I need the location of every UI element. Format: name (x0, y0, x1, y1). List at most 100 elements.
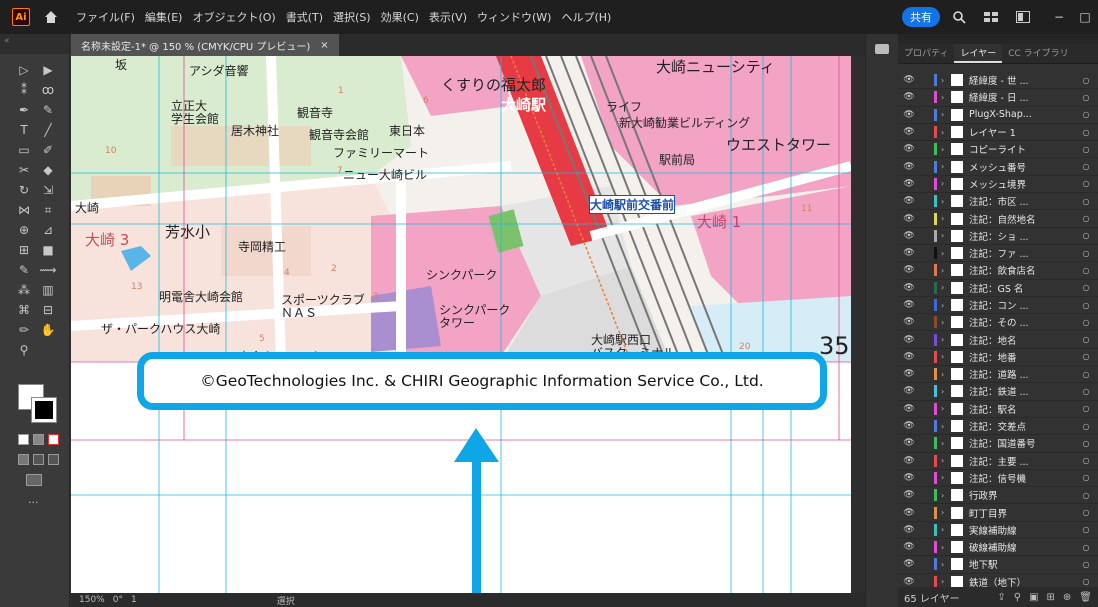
layer-name[interactable]: 注記：交差点 (969, 419, 1080, 433)
layer-row[interactable]: 👁 › 注記：その ... ○ (898, 314, 1098, 332)
line-tool-icon[interactable]: ╱ (38, 122, 58, 138)
expand-chevron-icon[interactable]: › (941, 93, 951, 102)
target-circle-icon[interactable]: ○ (1080, 76, 1092, 85)
expand-chevron-icon[interactable]: › (941, 110, 951, 119)
target-circle-icon[interactable]: ○ (1080, 404, 1092, 413)
shaper-tool-icon[interactable]: ✂ (14, 162, 34, 178)
layer-row[interactable]: 👁 › 注記：コン ... ○ (898, 297, 1098, 315)
blend-tool-icon[interactable]: ⟿ (38, 262, 58, 278)
color-mode-button[interactable] (18, 434, 29, 445)
document-tab[interactable]: 名称未設定-1* @ 150 % (CMYK/CPU プレビュー) × (71, 34, 339, 56)
layer-row[interactable]: 👁 › 注記：信号機 ○ (898, 470, 1098, 488)
visibility-eye-icon[interactable]: 👁 (898, 456, 920, 466)
expand-chevron-icon[interactable]: › (941, 491, 951, 500)
target-circle-icon[interactable]: ○ (1080, 110, 1092, 119)
vertical-scrollbar[interactable] (851, 56, 865, 593)
layer-row[interactable]: 👁 › メッシュ番号 ○ (898, 158, 1098, 176)
visibility-eye-icon[interactable]: 👁 (898, 214, 920, 224)
magic-wand-tool-icon[interactable]: ⁑ (14, 82, 34, 98)
panel-tab[interactable]: プロパティ (898, 44, 954, 63)
layer-row[interactable]: 👁 › 実線補助線 ○ (898, 522, 1098, 540)
pencil-tool-icon[interactable]: ✏ (14, 322, 34, 338)
target-circle-icon[interactable]: ○ (1080, 422, 1092, 431)
expand-chevron-icon[interactable]: › (941, 335, 951, 344)
expand-chevron-icon[interactable]: › (941, 404, 951, 413)
expand-chevron-icon[interactable]: › (941, 162, 951, 171)
direct-selection-tool-icon[interactable]: ▶ (38, 62, 58, 78)
expand-chevron-icon[interactable]: › (941, 352, 951, 361)
rectangle-tool-icon[interactable]: ▭ (14, 142, 34, 158)
tools-collapse-icon[interactable]: « (0, 34, 69, 54)
new-sublayer-icon[interactable]: ⊞ (1047, 592, 1055, 603)
zoom-tool-icon[interactable]: ⚲ (14, 342, 34, 358)
zoom-level[interactable]: 150% (79, 595, 105, 605)
visibility-eye-icon[interactable]: 👁 (898, 508, 920, 518)
artboard-number[interactable]: 1 (131, 595, 137, 605)
menu-item[interactable]: ウィンドウ(W) (477, 9, 551, 25)
expand-chevron-icon[interactable]: › (941, 214, 951, 223)
visibility-eye-icon[interactable]: 👁 (898, 179, 920, 189)
layer-name[interactable]: PlugX-Shap... (969, 109, 1080, 120)
layer-row[interactable]: 👁 › 注記：GS 名 ○ (898, 280, 1098, 297)
visibility-eye-icon[interactable]: 👁 (898, 404, 920, 414)
stroke-swatch[interactable] (31, 397, 57, 423)
layer-row[interactable]: 👁 › 注記：飲食店名 ○ (898, 262, 1098, 280)
draw-inside-button[interactable] (48, 454, 59, 465)
target-circle-icon[interactable]: ○ (1080, 266, 1092, 275)
layer-name[interactable]: 実線補助線 (969, 523, 1080, 537)
target-circle-icon[interactable]: ○ (1080, 352, 1092, 361)
layer-row[interactable]: 👁 › 注記：ファ ... ○ (898, 245, 1098, 263)
free-transform-tool-icon[interactable]: ⌗ (38, 202, 58, 218)
layer-row[interactable]: 👁 › 注記：地番 ○ (898, 349, 1098, 367)
selection-tool-icon[interactable]: ▷ (14, 62, 34, 78)
expand-chevron-icon[interactable]: › (941, 387, 951, 396)
layer-name[interactable]: レイヤー 1 (969, 125, 1080, 139)
expand-chevron-icon[interactable]: › (941, 370, 951, 379)
expand-chevron-icon[interactable]: › (941, 128, 951, 137)
rotation-value[interactable]: 0° (113, 595, 123, 605)
delete-layer-icon[interactable]: 🗑 (1079, 592, 1092, 603)
layer-name[interactable]: 注記：地名 (969, 333, 1080, 347)
expand-chevron-icon[interactable]: › (941, 560, 951, 569)
layer-row[interactable]: 👁 › 注記：道路 ... ○ (898, 366, 1098, 384)
layer-row[interactable]: 👁 › コピーライト ○ (898, 141, 1098, 159)
expand-chevron-icon[interactable]: › (941, 318, 951, 327)
layer-name[interactable]: 注記：飲食店名 (969, 263, 1080, 277)
layer-name[interactable]: 注記：市区 ... (969, 194, 1080, 208)
layer-name[interactable]: メッシュ番号 (969, 160, 1080, 174)
target-circle-icon[interactable]: ○ (1080, 577, 1092, 586)
layer-row[interactable]: 👁 › 注記：交差点 ○ (898, 418, 1098, 436)
target-circle-icon[interactable]: ○ (1080, 231, 1092, 240)
visibility-eye-icon[interactable]: 👁 (898, 386, 920, 396)
draw-behind-button[interactable] (33, 454, 44, 465)
layer-row[interactable]: 👁 › 町丁目界 ○ (898, 504, 1098, 522)
visibility-eye-icon[interactable]: 👁 (898, 92, 920, 102)
visibility-eye-icon[interactable]: 👁 (898, 110, 920, 120)
layer-row[interactable]: 👁 › 経緯度 - 世 ... ○ (898, 72, 1098, 90)
layer-name[interactable]: 破線補助線 (969, 540, 1080, 554)
hand-tool-icon[interactable]: ✋ (38, 322, 58, 338)
visibility-eye-icon[interactable]: 👁 (898, 369, 920, 379)
target-circle-icon[interactable]: ○ (1080, 249, 1092, 258)
screen-mode-icon[interactable] (26, 474, 42, 486)
symbol-sprayer-tool-icon[interactable]: ⁂ (14, 282, 34, 298)
layer-row[interactable]: 👁 › レイヤー 1 ○ (898, 124, 1098, 142)
target-circle-icon[interactable]: ○ (1080, 370, 1092, 379)
workspace-icon[interactable] (982, 8, 1000, 26)
search-icon[interactable] (950, 8, 968, 26)
layer-name[interactable]: 注記：信号機 (969, 471, 1080, 485)
expand-chevron-icon[interactable]: › (941, 439, 951, 448)
target-circle-icon[interactable]: ○ (1080, 543, 1092, 552)
layer-name[interactable]: 経緯度 - 世 ... (969, 73, 1080, 87)
layer-name[interactable]: 注記：ショ ... (969, 229, 1080, 243)
target-circle-icon[interactable]: ○ (1080, 456, 1092, 465)
visibility-eye-icon[interactable]: 👁 (898, 231, 920, 241)
clipping-mask-icon[interactable]: ▣ (1029, 592, 1038, 603)
layer-name[interactable]: 注記：駅名 (969, 402, 1080, 416)
layer-row[interactable]: 👁 › 注記：主要 ... ○ (898, 453, 1098, 470)
home-icon[interactable] (42, 8, 60, 26)
layer-row[interactable]: 👁 › 注記：自然地名 ○ (898, 210, 1098, 228)
layer-row[interactable]: 👁 › 注記：国道番号 ○ (898, 435, 1098, 453)
target-circle-icon[interactable]: ○ (1080, 162, 1092, 171)
target-circle-icon[interactable]: ○ (1080, 560, 1092, 569)
